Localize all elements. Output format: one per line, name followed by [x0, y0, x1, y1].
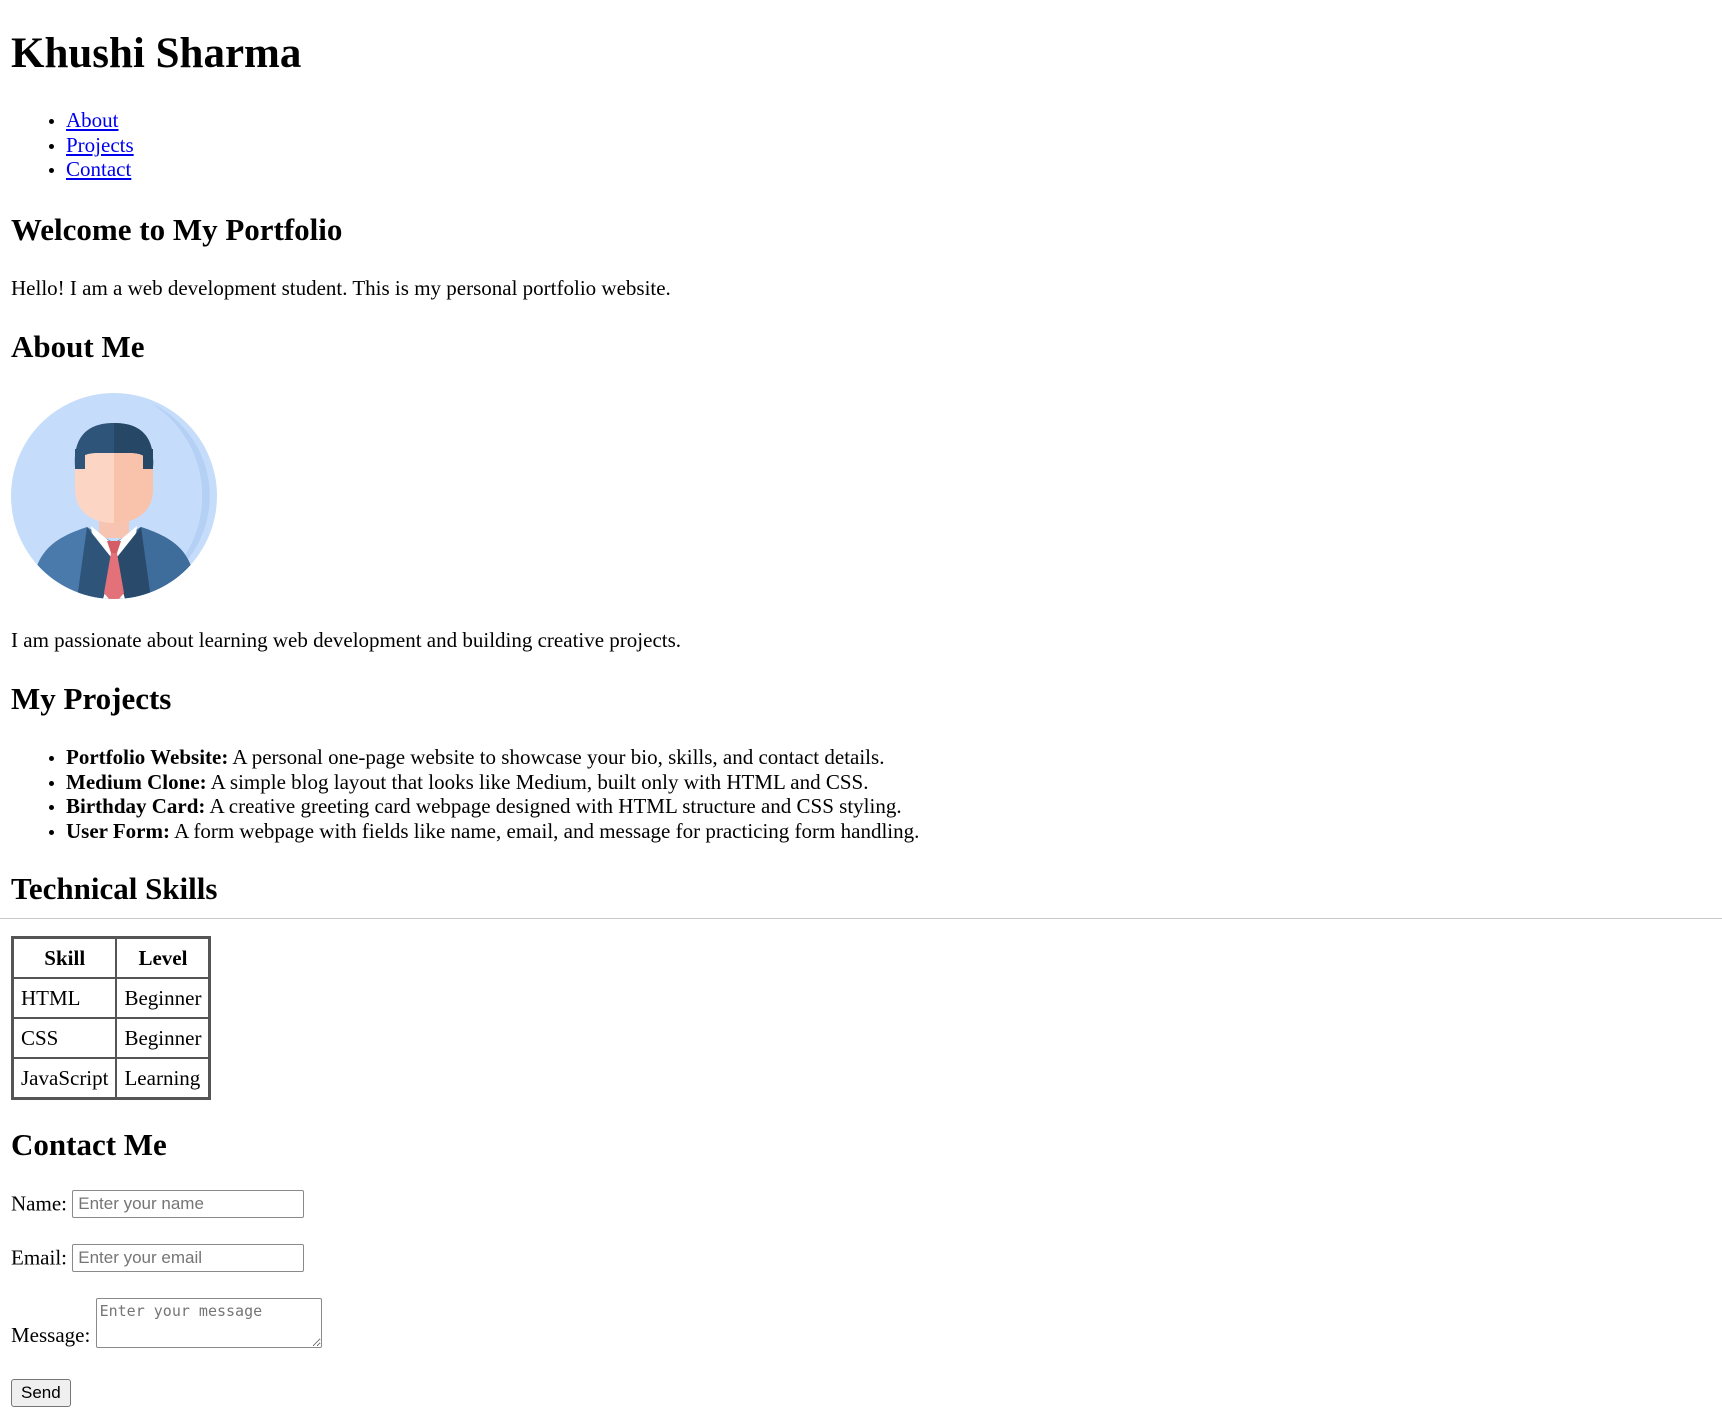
welcome-text: Hello! I am a web development student. T… [11, 276, 671, 300]
email-row: Email: [11, 1244, 305, 1273]
skill-cell: JavaScript [13, 1058, 117, 1098]
project-desc: A simple blog layout that looks like Med… [206, 769, 869, 794]
project-item: Portfolio Website: A personal one-page w… [66, 745, 919, 770]
projects-list: Portfolio Website: A personal one-page w… [0, 745, 919, 843]
about-text: I am passionate about learning web devel… [11, 628, 682, 652]
email-label: Email: [11, 1245, 67, 1270]
nav-link-about[interactable]: About [66, 108, 119, 132]
contact-heading: Contact Me [11, 1127, 167, 1162]
table-header-row: Skill Level [13, 938, 210, 978]
skill-cell: CSS [13, 1018, 117, 1058]
nav-item-about: About [66, 108, 134, 133]
nav-link-projects[interactable]: Projects [66, 133, 134, 157]
section-divider [0, 918, 1722, 919]
name-label: Name: [11, 1191, 67, 1216]
table-row: HTML Beginner [13, 978, 210, 1018]
skills-table: Skill Level HTML Beginner CSS Beginner J… [11, 936, 212, 1100]
table-row: CSS Beginner [13, 1018, 210, 1058]
nav-item-projects: Projects [66, 133, 134, 158]
message-label: Message: [11, 1323, 91, 1347]
skill-cell: HTML [13, 978, 117, 1018]
project-title: Portfolio Website: [66, 745, 229, 769]
project-title: Medium Clone: [66, 769, 207, 794]
name-input[interactable] [72, 1190, 305, 1219]
project-title: Birthday Card: [66, 794, 206, 819]
welcome-heading: Welcome to My Portfolio [11, 212, 343, 247]
project-item: Birthday Card: A creative greeting card … [66, 794, 919, 819]
nav-list: About Projects Contact [0, 108, 134, 182]
project-item: User Form: A form webpage with fields li… [66, 819, 919, 844]
project-title: User Form: [66, 818, 170, 843]
level-cell: Beginner [116, 1018, 210, 1058]
project-desc: A form webpage with fields like name, em… [170, 818, 920, 843]
email-input[interactable] [72, 1244, 305, 1273]
about-heading: About Me [11, 329, 145, 364]
nav-link-contact[interactable]: Contact [66, 157, 131, 181]
level-cell: Learning [116, 1058, 210, 1098]
nav-item-contact: Contact [66, 157, 134, 182]
send-button[interactable]: Send [11, 1379, 71, 1407]
project-desc: A personal one-page website to showcase … [228, 745, 885, 769]
level-cell: Beginner [116, 978, 210, 1018]
message-textarea[interactable] [95, 1298, 322, 1348]
businessman-avatar-icon [11, 393, 217, 599]
skills-heading: Technical Skills [11, 871, 218, 906]
name-row: Name: [11, 1190, 305, 1219]
project-item: Medium Clone: A simple blog layout that … [66, 770, 919, 795]
message-row: Message: [11, 1298, 322, 1348]
site-title: Khushi Sharma [11, 30, 302, 77]
table-row: JavaScript Learning [13, 1058, 210, 1098]
column-header-level: Level [116, 938, 210, 978]
column-header-skill: Skill [13, 938, 117, 978]
project-desc: A creative greeting card webpage designe… [205, 794, 902, 819]
projects-heading: My Projects [11, 681, 172, 716]
